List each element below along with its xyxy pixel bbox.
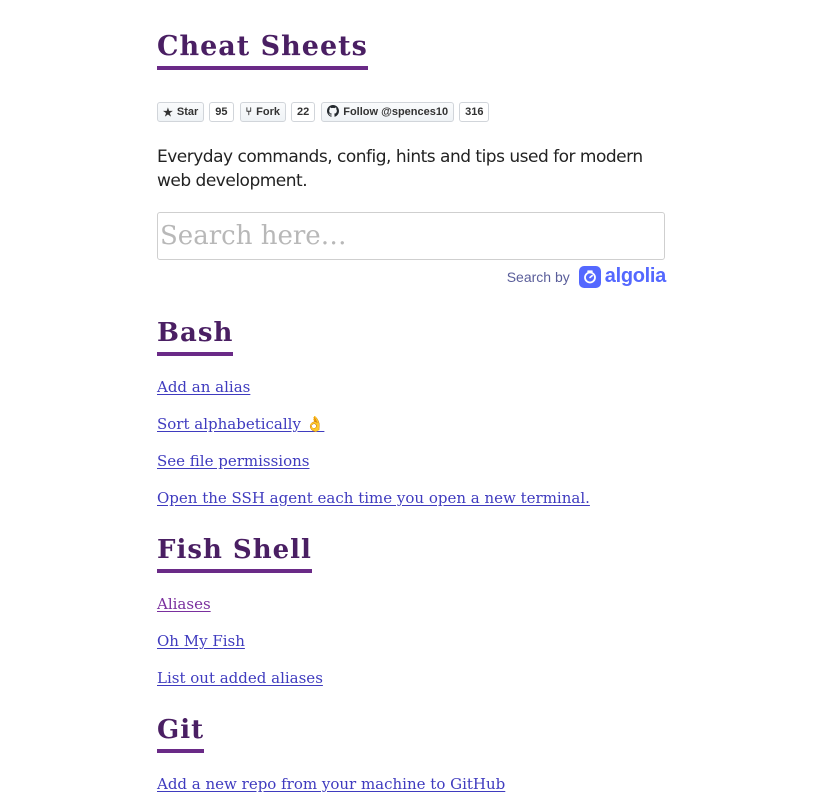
link-ssh-agent[interactable]: Open the SSH agent each time you open a …: [157, 489, 590, 507]
git-links-list: Add a new repo from your machine to GitH…: [157, 773, 505, 805]
github-star-button[interactable]: ★ Star: [157, 102, 205, 122]
list-item: List out added aliases: [157, 667, 323, 704]
github-fork-button[interactable]: ⑂ Fork: [239, 102, 286, 122]
section-title-git-text[interactable]: Git: [157, 713, 205, 753]
section-title-git[interactable]: Git: [157, 713, 205, 753]
link-add-repo-github[interactable]: Add a new repo from your machine to GitH…: [157, 775, 505, 793]
bash-links-list: Add an alias Sort alphabetically 👌 See f…: [157, 376, 590, 524]
list-item: Add an alias: [157, 376, 590, 413]
github-star-label: Star: [176, 106, 199, 118]
list-item: Add a new repo from your machine to GitH…: [157, 773, 505, 805]
list-item: See file permissions: [157, 450, 590, 487]
github-follow-group: Follow @spences10 316: [321, 102, 490, 122]
algolia-name: algolia: [604, 265, 667, 287]
link-file-permissions[interactable]: See file permissions: [157, 452, 310, 470]
algolia-logo-icon: [578, 265, 601, 288]
github-star-count[interactable]: 95: [209, 102, 234, 122]
link-list-aliases[interactable]: List out added aliases: [157, 669, 323, 687]
page-title-text[interactable]: Cheat Sheets: [157, 30, 368, 70]
algolia-attribution[interactable]: Search by algolia: [507, 265, 666, 288]
star-icon: ★: [163, 106, 173, 119]
section-title-bash[interactable]: Bash: [157, 316, 234, 356]
site-intro: Everyday commands, config, hints and tip…: [157, 147, 643, 191]
link-oh-my-fish[interactable]: Oh My Fish: [157, 632, 245, 650]
link-sort-alphabetically[interactable]: Sort alphabetically 👌: [157, 415, 324, 433]
search-by-label: Search by: [506, 268, 570, 285]
github-follow-button[interactable]: Follow @spences10: [321, 102, 455, 122]
github-buttons: ★ Star 95 ⑂ Fork 22 Follow @spences10 31…: [157, 102, 495, 122]
github-fork-count[interactable]: 22: [290, 102, 316, 122]
search-box: [157, 212, 665, 260]
github-fork-label: Fork: [256, 106, 280, 118]
search-input[interactable]: [158, 213, 664, 259]
section-title-bash-text[interactable]: Bash: [157, 316, 234, 356]
github-fork-group: ⑂ Fork 22: [239, 102, 316, 122]
github-follow-count[interactable]: 316: [459, 102, 490, 122]
fish-links-list: Aliases Oh My Fish List out added aliase…: [157, 593, 323, 704]
github-star-group: ★ Star 95: [157, 102, 234, 122]
list-item: Open the SSH agent each time you open a …: [157, 487, 590, 524]
github-icon: [327, 104, 340, 120]
list-item: Sort alphabetically 👌: [157, 413, 590, 450]
link-aliases[interactable]: Aliases: [157, 595, 211, 613]
fork-icon: ⑂: [245, 106, 253, 118]
section-title-fish-shell-text[interactable]: Fish Shell: [157, 533, 312, 573]
page-title[interactable]: Cheat Sheets: [157, 30, 368, 70]
link-add-alias[interactable]: Add an alias: [157, 378, 250, 396]
section-title-fish-shell[interactable]: Fish Shell: [157, 533, 312, 573]
list-item: Oh My Fish: [157, 630, 323, 667]
list-item: Aliases: [157, 593, 323, 630]
github-follow-label: Follow @spences10: [343, 106, 449, 118]
